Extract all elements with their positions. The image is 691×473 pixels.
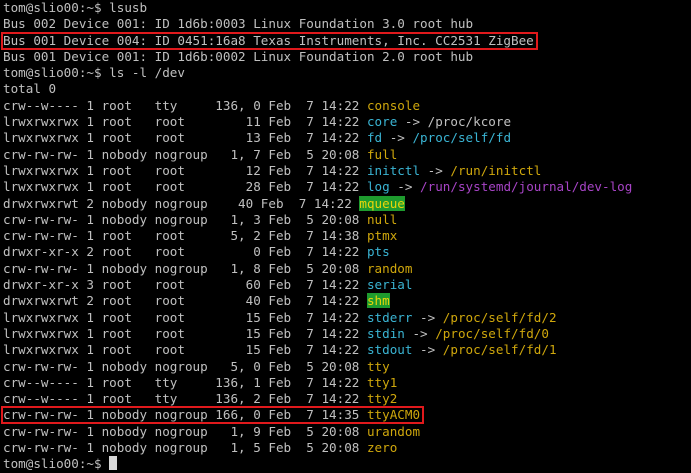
file-name: console — [366, 97, 421, 113]
terminal-text: lrwxrwxrwx 1 root root 15 Feb 7 14:22 — [3, 309, 367, 325]
terminal-text: drwxrwxrwt 2 root root 40 Feb 7 14:22 — [3, 293, 367, 309]
terminal-line: drwxrwxrwt 2 nobody nogroup 40 Feb 7 14:… — [3, 195, 691, 212]
terminal-text: -> — [389, 179, 421, 195]
terminal-text: crw--w---- 1 root tty 136, 2 Feb 7 14:22 — [3, 391, 367, 407]
terminal-line: lrwxrwxrwx 1 root root 12 Feb 7 14:22 in… — [3, 163, 691, 179]
terminal-line: lrwxrwxrwx 1 root root 15 Feb 7 14:22 st… — [3, 310, 691, 326]
terminal-line: crw-rw-rw- 1 nobody nogroup 5, 0 Feb 5 2… — [3, 359, 691, 375]
terminal-text: drwxrwxrwt 2 nobody nogroup 40 Feb 7 14:… — [3, 195, 360, 211]
file-name: pts — [366, 244, 390, 260]
terminal-text: Bus 001 Device 001: ID 1d6b:0002 Linux F… — [3, 48, 474, 64]
terminal-line: crw--w---- 1 root tty 136, 0 Feb 7 14:22… — [3, 98, 691, 114]
terminal-line: lrwxrwxrwx 1 root root 15 Feb 7 14:22 st… — [3, 342, 691, 358]
terminal-window[interactable]: tom@slio00:~$ lsusb Bus 002 Device 001: I… — [0, 0, 691, 471]
file-name: mqueue — [359, 195, 405, 211]
terminal-text: crw-rw-rw- 1 nobody nogroup 1, 7 Feb 5 2… — [3, 146, 367, 162]
terminal-text: total 0 — [3, 81, 57, 97]
terminal-text: lrwxrwxrwx 1 root root 15 Feb 7 14:22 — [3, 342, 367, 358]
terminal-text: crw-rw-rw- 1 nobody nogroup 5, 0 Feb 5 2… — [3, 358, 367, 374]
terminal-text: tom@slio00:~$ lsusb — [3, 0, 148, 15]
file-name: /proc/self/fd — [412, 130, 512, 146]
terminal-text: crw-rw-rw- 1 nobody nogroup 166, 0 Feb 7… — [3, 407, 367, 423]
file-name: tty2 — [366, 391, 398, 407]
terminal-line: crw-rw-rw- 1 nobody nogroup 1, 7 Feb 5 2… — [3, 147, 691, 163]
terminal-text: crw--w---- 1 root tty 136, 0 Feb 7 14:22 — [3, 97, 367, 113]
terminal-cursor — [109, 456, 118, 471]
file-name: /proc/self/fd/1 — [442, 342, 557, 358]
terminal-line: Bus 001 Device 001: ID 1d6b:0002 Linux F… — [3, 49, 691, 65]
terminal-line: drwxr-xr-x 2 root root 0 Feb 7 14:22 pts — [3, 244, 691, 260]
file-name: stdout — [366, 342, 413, 358]
file-name: serial — [366, 277, 413, 293]
file-name: log — [366, 179, 390, 195]
terminal-text: crw-rw-rw- 1 root root 5, 2 Feb 7 14:38 — [3, 228, 367, 244]
terminal-text: -> — [382, 130, 413, 146]
file-name: /proc/self/fd/2 — [442, 309, 557, 325]
terminal-text: lrwxrwxrwx 1 root root 15 Feb 7 14:22 — [3, 325, 367, 341]
terminal-line: tom@slio00:~$ — [3, 456, 691, 472]
file-name: /run/initctl — [450, 162, 542, 178]
terminal-text: crw-rw-rw- 1 nobody nogroup 1, 9 Feb 5 2… — [3, 423, 367, 439]
file-name: full — [366, 146, 398, 162]
terminal-text: -> /proc/kcore — [397, 114, 512, 130]
terminal-line: crw-rw-rw- 1 root root 5, 2 Feb 7 14:38 … — [3, 228, 691, 244]
terminal-text: crw-rw-rw- 1 nobody nogroup 1, 8 Feb 5 2… — [3, 260, 367, 276]
terminal-text: lrwxrwxrwx 1 root root 13 Feb 7 14:22 — [3, 130, 367, 146]
terminal-text: lrwxrwxrwx 1 root root 11 Feb 7 14:22 — [3, 114, 367, 130]
terminal-line: lrwxrwxrwx 1 root root 13 Feb 7 14:22 fd… — [3, 130, 691, 146]
terminal-text: -> — [412, 342, 443, 358]
terminal-text: lrwxrwxrwx 1 root root 28 Feb 7 14:22 — [3, 179, 367, 195]
terminal-line: Bus 002 Device 001: ID 1d6b:0003 Linux F… — [3, 16, 691, 32]
file-name: stderr — [366, 309, 413, 325]
terminal-line: Bus 001 Device 004: ID 0451:16a8 Texas I… — [3, 33, 691, 49]
file-name: /run/systemd/journal/dev-log — [420, 179, 633, 195]
terminal-line: drwxr-xr-x 3 root root 60 Feb 7 14:22 se… — [3, 277, 691, 293]
terminal-text: drwxr-xr-x 2 root root 0 Feb 7 14:22 — [3, 244, 367, 260]
terminal-line: crw-rw-rw- 1 nobody nogroup 1, 9 Feb 5 2… — [3, 424, 691, 440]
terminal-text: crw--w---- 1 root tty 136, 1 Feb 7 14:22 — [3, 374, 367, 390]
terminal-line: drwxrwxrwt 2 root root 40 Feb 7 14:22 sh… — [3, 293, 691, 309]
terminal-line: crw-rw-rw- 1 nobody nogroup 1, 3 Feb 5 2… — [3, 212, 691, 228]
file-name: random — [366, 260, 413, 276]
terminal-text: drwxr-xr-x 3 root root 60 Feb 7 14:22 — [3, 277, 367, 293]
file-name: tty1 — [366, 374, 398, 390]
file-name: ttyACM0 — [366, 407, 421, 423]
terminal-line: tom@slio00:~$ ls -l /dev — [3, 65, 691, 81]
terminal-text: tom@slio00:~$ ls -l /dev — [3, 65, 185, 81]
terminal-text: Bus 001 Device 004: ID 0451:16a8 Texas I… — [3, 32, 534, 48]
file-name: tty — [366, 358, 390, 374]
file-name: zero — [366, 440, 398, 456]
terminal-text: -> — [420, 162, 451, 178]
terminal-text: lrwxrwxrwx 1 root root 12 Feb 7 14:22 — [3, 162, 367, 178]
terminal-text: crw-rw-rw- 1 nobody nogroup 1, 3 Feb 5 2… — [3, 211, 367, 227]
terminal-line: total 0 — [3, 81, 691, 97]
file-name: null — [366, 211, 398, 227]
file-name: initctl — [366, 162, 421, 178]
file-name: fd — [366, 130, 383, 146]
file-name: urandom — [366, 423, 421, 439]
terminal-line: crw-rw-rw- 1 nobody nogroup 166, 0 Feb 7… — [3, 407, 691, 423]
file-name: /proc/self/fd/0 — [435, 325, 549, 341]
file-name: shm — [366, 293, 390, 309]
file-name: ptmx — [366, 228, 398, 244]
terminal-line: tom@slio00:~$ lsusb — [3, 0, 691, 16]
terminal-text: Bus 002 Device 001: ID 1d6b:0003 Linux F… — [3, 16, 474, 32]
file-name: core — [366, 114, 398, 130]
terminal-line: crw-rw-rw- 1 nobody nogroup 1, 5 Feb 5 2… — [3, 440, 691, 456]
terminal-text: crw-rw-rw- 1 nobody nogroup 1, 5 Feb 5 2… — [3, 440, 367, 456]
terminal-line: crw--w---- 1 root tty 136, 1 Feb 7 14:22… — [3, 375, 691, 391]
terminal-line: lrwxrwxrwx 1 root root 11 Feb 7 14:22 co… — [3, 114, 691, 130]
terminal-text: tom@slio00:~$ — [3, 456, 110, 472]
terminal-text: -> — [412, 309, 443, 325]
terminal-line: crw--w---- 1 root tty 136, 2 Feb 7 14:22… — [3, 391, 691, 407]
terminal-line: crw-rw-rw- 1 nobody nogroup 1, 8 Feb 5 2… — [3, 261, 691, 277]
terminal-line: lrwxrwxrwx 1 root root 15 Feb 7 14:22 st… — [3, 326, 691, 342]
terminal-line: lrwxrwxrwx 1 root root 28 Feb 7 14:22 lo… — [3, 179, 691, 195]
file-name: stdin — [366, 325, 405, 341]
terminal-text: -> — [404, 325, 436, 341]
